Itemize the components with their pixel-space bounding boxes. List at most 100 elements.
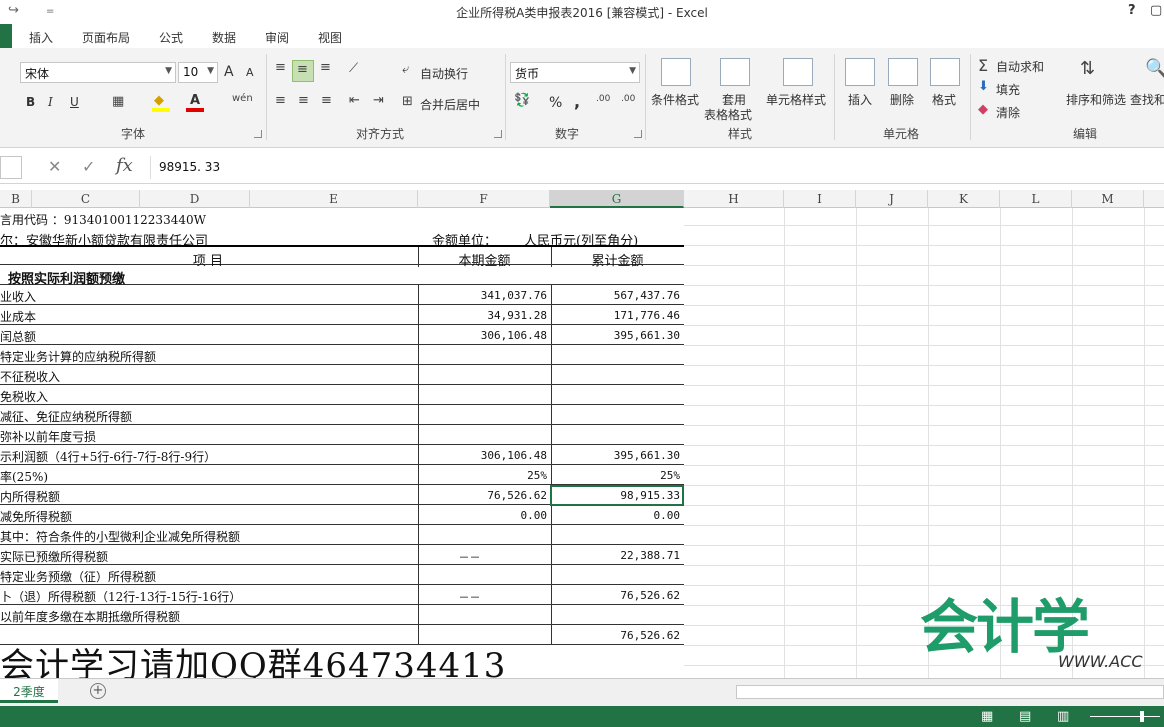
grow-font-button[interactable]: A xyxy=(224,64,234,80)
conditional-format-button[interactable]: 条件格式 xyxy=(651,91,699,108)
font-dialog-launcher[interactable] xyxy=(254,130,262,138)
row-label[interactable]: 弥补以前年度亏损 xyxy=(0,428,416,445)
column-header-i[interactable]: I xyxy=(784,190,856,208)
column-header-g[interactable]: G xyxy=(550,190,684,208)
autosum-button[interactable]: 自动求和 xyxy=(996,58,1044,75)
column-header-h[interactable]: H xyxy=(684,190,784,208)
row-label[interactable]: 特定业务计算的应纳税所得额 xyxy=(0,348,416,365)
column-header-k[interactable]: K xyxy=(928,190,1000,208)
row-label[interactable]: 业收入 xyxy=(0,288,416,305)
orientation-icon[interactable]: ⟋ xyxy=(349,61,358,76)
delete-cells-button[interactable]: 删除 xyxy=(890,91,914,108)
tab-review[interactable]: 审阅 xyxy=(265,29,289,46)
borders-icon[interactable]: ▦ xyxy=(112,94,124,109)
header-current[interactable]: 本期金额 xyxy=(418,247,550,269)
cumulative-amount-cell[interactable]: 76,526.62 xyxy=(551,625,683,645)
row-label[interactable]: 减征、免征应纳税所得额 xyxy=(0,408,416,425)
increase-indent-icon[interactable]: ⇥ xyxy=(373,93,384,108)
name-box[interactable] xyxy=(0,156,22,179)
tab-page-layout[interactable]: 页面布局 xyxy=(82,29,130,46)
find-select-button[interactable]: 查找和 xyxy=(1130,91,1164,108)
align-right-icon[interactable]: ≡ xyxy=(321,93,332,108)
column-header-d[interactable]: D xyxy=(140,190,250,208)
accounting-format-icon[interactable]: 💱 xyxy=(514,93,530,108)
current-amount-cell[interactable]: 25% xyxy=(418,465,550,485)
ribbon-display-icon[interactable]: ▢ xyxy=(1150,3,1162,18)
normal-view-icon[interactable]: ▦ xyxy=(981,709,993,724)
row-label[interactable]: 特定业务预缴（征）所得税额 xyxy=(0,568,416,585)
tab-view[interactable]: 视图 xyxy=(318,29,342,46)
selected-cell-g[interactable] xyxy=(550,485,684,506)
cumulative-amount-cell[interactable] xyxy=(551,565,683,585)
column-header-c[interactable]: C xyxy=(32,190,140,208)
shrink-font-button[interactable]: A xyxy=(246,66,254,79)
current-amount-cell[interactable] xyxy=(418,365,550,385)
current-amount-cell[interactable]: －－ xyxy=(418,545,550,565)
italic-button[interactable]: I xyxy=(48,95,53,109)
row-label[interactable]: 不征税收入 xyxy=(0,368,416,385)
row-label[interactable]: 免税收入 xyxy=(0,388,416,405)
insert-function-icon[interactable]: fx xyxy=(116,155,133,176)
number-format-combo[interactable]: 货币 ▼ xyxy=(510,62,640,83)
cumulative-amount-cell[interactable]: 22,388.71 xyxy=(551,545,683,565)
clear-button[interactable]: 清除 xyxy=(996,104,1020,121)
column-header-j[interactable]: J xyxy=(856,190,928,208)
current-amount-cell[interactable] xyxy=(418,525,550,545)
horizontal-scrollbar[interactable] xyxy=(736,685,1164,699)
column-header-e[interactable]: E xyxy=(250,190,418,208)
increase-decimal-icon[interactable]: .00 xyxy=(596,94,610,104)
align-center-icon[interactable]: ≡ xyxy=(298,93,309,108)
page-break-view-icon[interactable]: ▥ xyxy=(1057,709,1069,724)
cumulative-amount-cell[interactable]: 395,661.30 xyxy=(551,445,683,465)
cumulative-amount-cell[interactable] xyxy=(551,425,683,445)
cumulative-amount-cell[interactable] xyxy=(551,365,683,385)
current-amount-cell[interactable] xyxy=(418,425,550,445)
header-cumulative[interactable]: 累计金额 xyxy=(551,247,683,269)
bold-button[interactable]: B xyxy=(26,95,35,109)
cumulative-amount-cell[interactable]: 0.00 xyxy=(551,505,683,525)
cumulative-amount-cell[interactable]: 25% xyxy=(551,465,683,485)
cumulative-amount-cell[interactable] xyxy=(551,345,683,365)
row-label[interactable]: 闰总额 xyxy=(0,328,416,345)
cumulative-amount-cell[interactable]: 567,437.76 xyxy=(551,285,683,305)
cumulative-amount-cell[interactable] xyxy=(551,405,683,425)
sort-filter-button[interactable]: 排序和筛选 xyxy=(1066,91,1126,108)
credit-code-cell[interactable]: 言用代码 ：91340100112233440W xyxy=(0,211,206,228)
column-header-f[interactable]: F xyxy=(418,190,550,208)
decrease-indent-icon[interactable]: ⇤ xyxy=(349,93,360,108)
comma-button[interactable]: , xyxy=(574,92,580,111)
page-layout-view-icon[interactable]: ▤ xyxy=(1019,709,1031,724)
number-dialog-launcher[interactable] xyxy=(634,130,642,138)
zoom-slider[interactable] xyxy=(1090,716,1160,717)
tab-formulas[interactable]: 公式 xyxy=(159,29,183,46)
font-color-icon[interactable]: A xyxy=(190,93,200,108)
current-amount-cell[interactable]: 0.00 xyxy=(418,505,550,525)
current-amount-cell[interactable]: 306,106.48 xyxy=(418,325,550,345)
cumulative-amount-cell[interactable] xyxy=(551,525,683,545)
current-amount-cell[interactable]: 306,106.48 xyxy=(418,445,550,465)
sheet-tab-q2[interactable]: 2季度 xyxy=(0,679,58,703)
alignment-dialog-launcher[interactable] xyxy=(494,130,502,138)
current-amount-cell[interactable]: 341,037.76 xyxy=(418,285,550,305)
decrease-decimal-icon[interactable]: .00 xyxy=(621,94,635,104)
current-amount-cell[interactable] xyxy=(418,565,550,585)
tab-data[interactable]: 数据 xyxy=(212,29,236,46)
enter-icon[interactable]: ✓ xyxy=(82,157,95,176)
row-label[interactable]: 示利润额（4行+5行-6行-7行-8行-9行） xyxy=(0,448,416,465)
format-as-table-line2[interactable]: 表格格式 xyxy=(704,106,752,123)
row-label[interactable]: 减免所得税额 xyxy=(0,508,416,525)
cumulative-amount-cell[interactable] xyxy=(551,385,683,405)
format-cells-button[interactable]: 格式 xyxy=(932,91,956,108)
add-sheet-button[interactable]: + xyxy=(90,683,106,699)
cumulative-amount-cell[interactable]: 395,661.30 xyxy=(551,325,683,345)
zoom-slider-thumb[interactable] xyxy=(1140,711,1144,722)
fill-color-icon[interactable]: ◆ xyxy=(154,93,164,108)
column-header-m[interactable]: M xyxy=(1072,190,1144,208)
cumulative-amount-cell[interactable]: 76,526.62 xyxy=(551,585,683,605)
current-amount-cell[interactable]: 34,931.28 xyxy=(418,305,550,325)
row-label[interactable]: 业成本 xyxy=(0,308,416,325)
percent-button[interactable]: % xyxy=(549,95,562,111)
align-left-icon[interactable]: ≡ xyxy=(275,93,286,108)
insert-cells-button[interactable]: 插入 xyxy=(848,91,872,108)
current-amount-cell[interactable]: 76,526.62 xyxy=(418,485,550,505)
